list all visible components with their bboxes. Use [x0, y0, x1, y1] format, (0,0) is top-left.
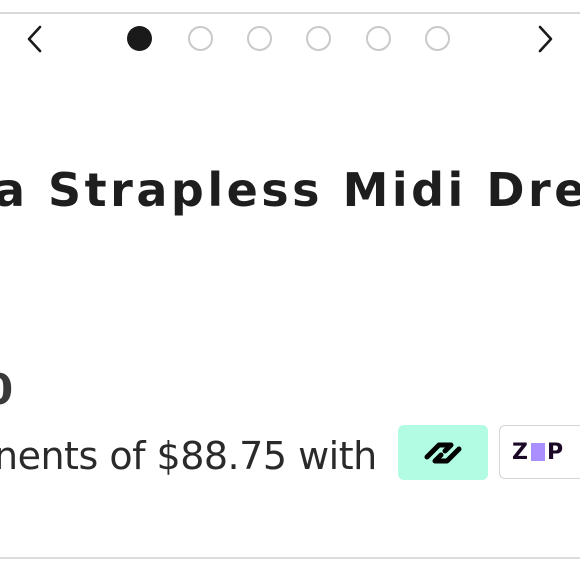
- bottom-divider: [0, 557, 580, 559]
- zip-logo: ZP: [512, 439, 565, 465]
- zip-badge[interactable]: ZP: [499, 425, 580, 479]
- top-divider: [0, 12, 580, 14]
- product-title: a Strapless Midi Dre: [0, 163, 580, 217]
- carousel-dot-5[interactable]: [366, 26, 391, 51]
- carousel-dot-1[interactable]: [127, 26, 152, 51]
- carousel-next-button[interactable]: [528, 22, 562, 56]
- carousel-dot-3[interactable]: [247, 26, 272, 51]
- carousel-dot-4[interactable]: [306, 26, 331, 51]
- chevron-left-icon: [27, 25, 42, 53]
- carousel-prev-button[interactable]: [18, 22, 52, 56]
- product-price: 0: [0, 364, 13, 416]
- chevron-right-icon: [538, 25, 553, 53]
- product-info-panel: a Strapless Midi Dre 0 nents of $88.75 w…: [0, 0, 580, 580]
- carousel-dot-6[interactable]: [425, 26, 450, 51]
- installment-text: nents of $88.75 with: [0, 434, 377, 478]
- carousel-dot-2[interactable]: [188, 26, 213, 51]
- zip-i-mark: [530, 443, 545, 461]
- afterpay-badge[interactable]: [398, 425, 488, 480]
- afterpay-logo-icon: [424, 442, 462, 463]
